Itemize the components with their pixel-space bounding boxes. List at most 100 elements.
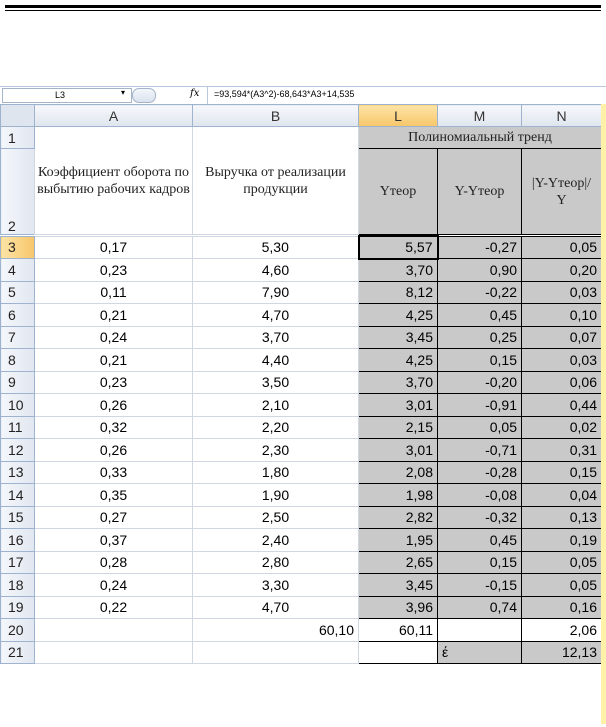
- cell-y-minus-ytheor[interactable]: 0,45: [437, 528, 522, 552]
- cell-relative-error[interactable]: 0,31: [521, 438, 602, 462]
- cell-ytheor[interactable]: 3,01: [358, 393, 438, 417]
- cell-coefficient[interactable]: 0,23: [34, 258, 193, 282]
- cell-revenue[interactable]: 2,80: [192, 550, 359, 574]
- insert-function-icon[interactable]: fx: [190, 88, 199, 99]
- formula-input[interactable]: =93,594*(A3^2)-68,643*A3+14,535: [214, 89, 354, 99]
- cell-relative-error[interactable]: 0,02: [521, 415, 602, 439]
- row-header[interactable]: 18: [0, 573, 35, 597]
- cell-y-minus-ytheor[interactable]: 0,15: [437, 550, 522, 574]
- row-header-2[interactable]: 2: [0, 148, 35, 235]
- cell-coefficient[interactable]: 0,28: [34, 550, 193, 574]
- cell-coefficient[interactable]: 0,24: [34, 573, 193, 597]
- cell-relative-error[interactable]: 0,44: [521, 393, 602, 417]
- row-header[interactable]: 4: [0, 258, 35, 282]
- column-header-b[interactable]: B: [192, 104, 359, 127]
- header-cell-y-minus-ytheor[interactable]: Y-Yтеор: [437, 148, 522, 235]
- cell-y-minus-ytheor[interactable]: -0,32: [437, 505, 522, 529]
- cell-y-minus-ytheor[interactable]: -0,28: [437, 460, 522, 484]
- cell-revenue[interactable]: 1,80: [192, 460, 359, 484]
- cell-empty[interactable]: [192, 640, 359, 664]
- column-header-a[interactable]: A: [34, 104, 193, 127]
- cell-ytheor[interactable]: 3,70: [358, 258, 438, 282]
- cell-revenue[interactable]: 3,30: [192, 573, 359, 597]
- cell-ytheor[interactable]: 2,08: [358, 460, 438, 484]
- cell-ytheor-total[interactable]: 60,11: [358, 618, 438, 642]
- cell-relative-error[interactable]: 0,19: [521, 528, 602, 552]
- cell-ytheor[interactable]: 2,15: [358, 415, 438, 439]
- cell-revenue[interactable]: 3,70: [192, 325, 359, 349]
- cell-coefficient[interactable]: 0,33: [34, 460, 193, 484]
- cell-y-minus-ytheor[interactable]: -0,22: [437, 280, 522, 304]
- cell-ytheor[interactable]: 1,98: [358, 483, 438, 507]
- cell-y-minus-ytheor[interactable]: 0,90: [437, 258, 522, 282]
- cell-error-symbol[interactable]: έ: [437, 640, 522, 664]
- cell-coefficient[interactable]: 0,21: [34, 303, 193, 327]
- cell-empty[interactable]: [34, 640, 193, 664]
- cell-coefficient[interactable]: 0,37: [34, 528, 193, 552]
- chevron-down-icon[interactable]: ▾: [121, 88, 125, 97]
- row-header[interactable]: 3: [0, 235, 35, 259]
- row-header[interactable]: 5: [0, 280, 35, 304]
- cell-relative-error[interactable]: 0,05: [521, 235, 602, 259]
- cell-ytheor[interactable]: 3,45: [358, 325, 438, 349]
- cell-ytheor[interactable]: 8,12: [358, 280, 438, 304]
- row-header-1[interactable]: 1: [0, 126, 35, 149]
- row-header[interactable]: 19: [0, 595, 35, 619]
- row-header[interactable]: 6: [0, 303, 35, 327]
- cell-coefficient[interactable]: 0,22: [34, 595, 193, 619]
- cell-coefficient[interactable]: 0,32: [34, 415, 193, 439]
- cell-y-minus-ytheor[interactable]: 0,15: [437, 348, 522, 372]
- row-header[interactable]: 13: [0, 460, 35, 484]
- cell-relative-error[interactable]: 0,05: [521, 550, 602, 574]
- cell-revenue[interactable]: 7,90: [192, 280, 359, 304]
- cell-y-minus-ytheor[interactable]: -0,15: [437, 573, 522, 597]
- cell-ytheor[interactable]: 1,95: [358, 528, 438, 552]
- cell-coefficient[interactable]: 0,26: [34, 438, 193, 462]
- cell-relative-error[interactable]: 0,04: [521, 483, 602, 507]
- cell-y-minus-ytheor[interactable]: 0,25: [437, 325, 522, 349]
- row-header[interactable]: 9: [0, 370, 35, 394]
- cell-y-minus-ytheor[interactable]: -0,91: [437, 393, 522, 417]
- cell-revenue[interactable]: 3,50: [192, 370, 359, 394]
- row-header[interactable]: 12: [0, 438, 35, 462]
- cell-revenue[interactable]: 2,50: [192, 505, 359, 529]
- cell-revenue[interactable]: 2,30: [192, 438, 359, 462]
- cell-y-minus-ytheor[interactable]: -0,08: [437, 483, 522, 507]
- cell-ytheor[interactable]: 3,96: [358, 595, 438, 619]
- header-cell-polynomial-trend[interactable]: Полиномиальный тренд: [358, 126, 602, 149]
- row-header[interactable]: 17: [0, 550, 35, 574]
- cell-coefficient[interactable]: 0,27: [34, 505, 193, 529]
- row-header[interactable]: 16: [0, 528, 35, 552]
- cell-empty[interactable]: [358, 640, 438, 664]
- cell-y-minus-ytheor[interactable]: -0,20: [437, 370, 522, 394]
- column-header-n[interactable]: N: [521, 104, 602, 127]
- cell-relative-error[interactable]: 0,15: [521, 460, 602, 484]
- cell-relative-error[interactable]: 0,20: [521, 258, 602, 282]
- cell-coefficient[interactable]: 0,24: [34, 325, 193, 349]
- select-all-corner[interactable]: [0, 104, 35, 127]
- cell-ytheor[interactable]: 3,70: [358, 370, 438, 394]
- cell-empty[interactable]: [437, 618, 522, 642]
- row-header[interactable]: 21: [0, 640, 35, 664]
- cell-relative-error-total[interactable]: 2,06: [521, 618, 602, 642]
- cell-approximation-error[interactable]: 12,13: [521, 640, 602, 664]
- cell-y-minus-ytheor[interactable]: 0,74: [437, 595, 522, 619]
- row-header[interactable]: 11: [0, 415, 35, 439]
- header-cell-revenue[interactable]: Выручка от реализации продукции: [192, 126, 359, 235]
- cell-ytheor[interactable]: 2,65: [358, 550, 438, 574]
- cell-coefficient[interactable]: 0,26: [34, 393, 193, 417]
- cell-ytheor[interactable]: 2,82: [358, 505, 438, 529]
- cell-coefficient[interactable]: 0,11: [34, 280, 193, 304]
- cell-revenue[interactable]: 4,40: [192, 348, 359, 372]
- cell-coefficient[interactable]: 0,21: [34, 348, 193, 372]
- cell-revenue[interactable]: 1,90: [192, 483, 359, 507]
- cell-y-minus-ytheor[interactable]: -0,71: [437, 438, 522, 462]
- cell-relative-error[interactable]: 0,07: [521, 325, 602, 349]
- row-header[interactable]: 20: [0, 618, 35, 642]
- cell-relative-error[interactable]: 0,16: [521, 595, 602, 619]
- cell-revenue[interactable]: 2,20: [192, 415, 359, 439]
- cell-ytheor[interactable]: 4,25: [358, 348, 438, 372]
- cell-revenue[interactable]: 2,10: [192, 393, 359, 417]
- cell-coefficient[interactable]: 0,35: [34, 483, 193, 507]
- cell-revenue[interactable]: 2,40: [192, 528, 359, 552]
